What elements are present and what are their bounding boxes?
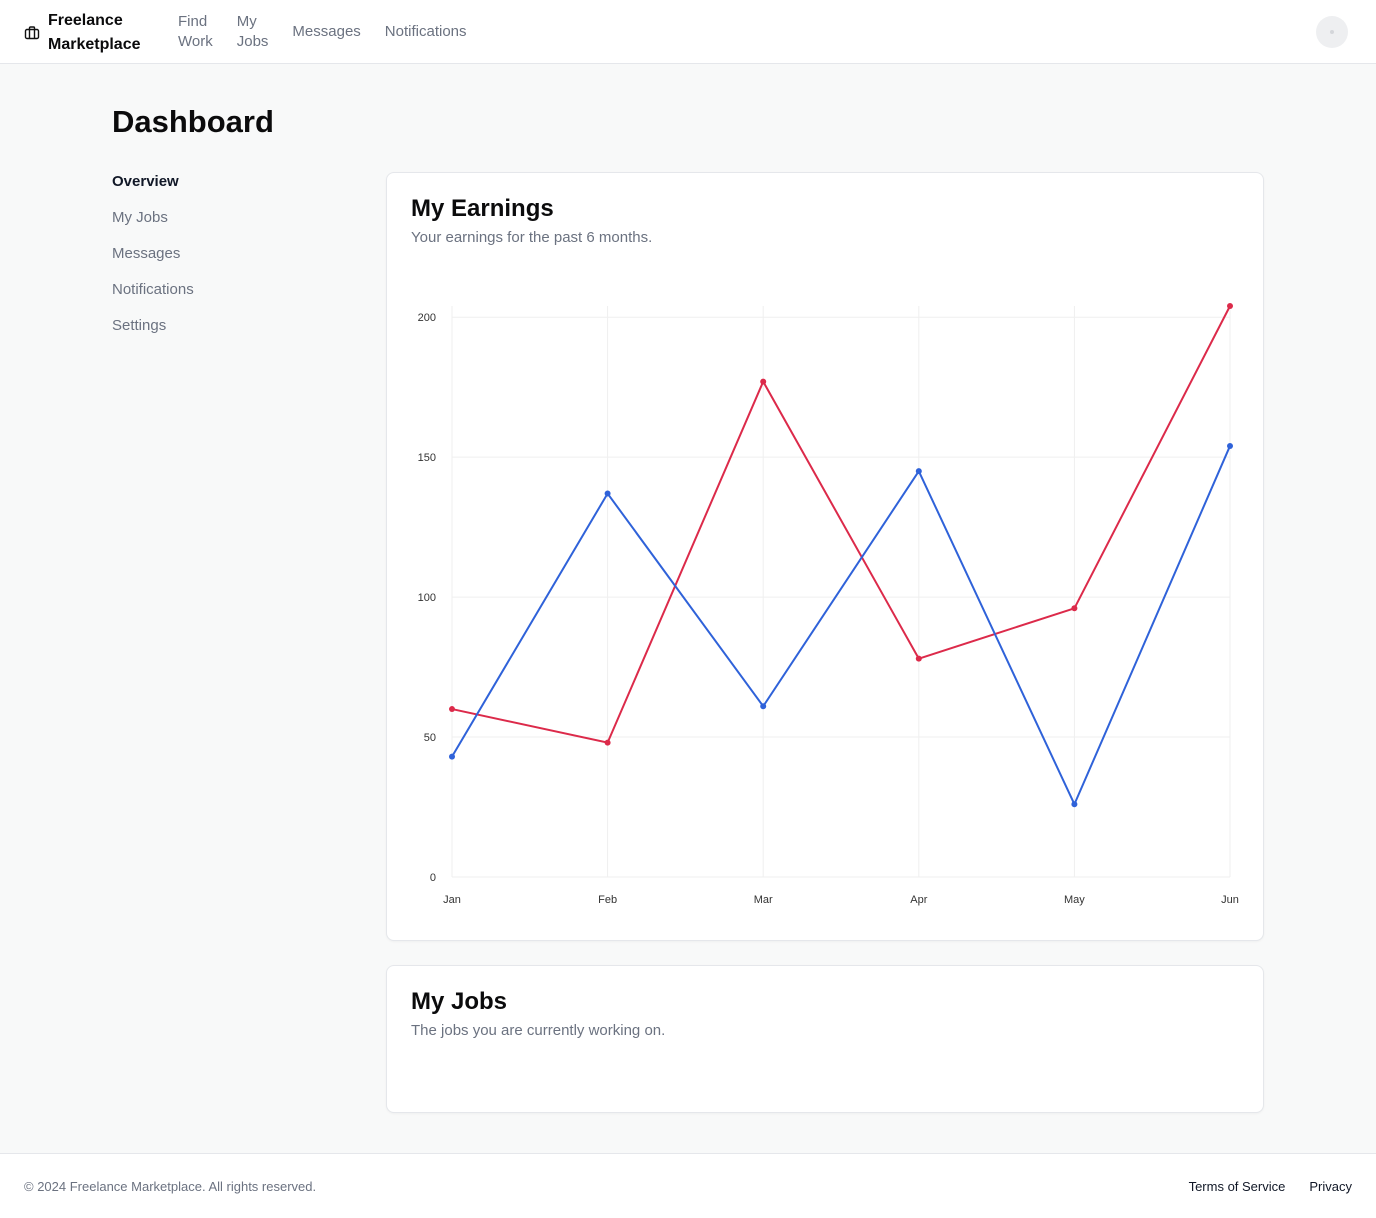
data-point [449, 753, 455, 760]
briefcase-icon [24, 25, 40, 41]
brand-name: Freelance Marketplace [48, 12, 141, 53]
jobs-subtitle: The jobs you are currently working on. [411, 1022, 666, 1039]
footer-links: Terms of Service Privacy [1189, 1179, 1352, 1194]
data-point [449, 706, 455, 713]
data-point [760, 378, 767, 385]
footer-copyright: © 2024 Freelance Marketplace. All rights… [24, 1179, 317, 1194]
earnings-chart: 0 50 100 150 200 Jan Feb Mar Apr May Jun [418, 303, 1239, 906]
nav-find-work-line2: Work [178, 33, 213, 50]
footer: © 2024 Freelance Marketplace. All rights… [0, 1153, 1376, 1218]
data-point [915, 655, 922, 662]
data-point [1227, 303, 1233, 309]
footer-link-privacy[interactable]: Privacy [1309, 1179, 1352, 1194]
nav-find-work-line1: Find [178, 13, 208, 30]
nav-messages[interactable]: Messages [292, 12, 360, 52]
avatar-icon [1330, 30, 1334, 34]
sidebar-item-my-jobs[interactable]: My Jobs [112, 208, 312, 244]
data-point [604, 490, 611, 497]
data-point [1071, 605, 1078, 612]
brand[interactable]: Freelance Marketplace [24, 9, 148, 57]
x-tick-label: Apr [910, 894, 927, 906]
nav-my-jobs-line2: Jobs [236, 33, 269, 50]
jobs-title: My Jobs [411, 988, 508, 1015]
data-point [604, 739, 611, 746]
top-navbar: Freelance Marketplace Find Work My Jobs … [0, 0, 1376, 64]
x-tick-label: Mar [754, 894, 773, 906]
y-tick-label: 0 [430, 872, 436, 884]
jobs-card: My Jobs The jobs you are currently worki… [386, 965, 1264, 1113]
x-tick-label: May [1064, 894, 1085, 906]
earnings-card: My Earnings Your earnings for the past 6… [386, 172, 1264, 941]
y-tick-label: 200 [418, 312, 436, 324]
x-tick-label: Jun [1221, 894, 1239, 906]
data-point [760, 703, 767, 710]
avatar[interactable] [1316, 16, 1348, 48]
series-line-1 [451, 445, 1231, 807]
x-tick-label: Feb [598, 894, 617, 906]
data-point [1071, 801, 1078, 808]
nav-my-jobs-line1: My [236, 13, 257, 30]
data-point [1227, 442, 1233, 449]
x-tick-label: Jan [443, 894, 461, 906]
sidebar: Overview My Jobs Messages Notifications … [112, 172, 312, 352]
footer-link-terms[interactable]: Terms of Service [1189, 1179, 1286, 1194]
nav-my-jobs[interactable]: My Jobs [237, 12, 269, 52]
y-tick-label: 150 [418, 452, 436, 464]
sidebar-item-messages[interactable]: Messages [112, 244, 312, 280]
sidebar-item-settings[interactable]: Settings [112, 316, 312, 352]
series-line-0 [451, 305, 1231, 744]
y-tick-label: 100 [418, 592, 436, 604]
sidebar-item-notifications[interactable]: Notifications [112, 280, 312, 316]
page-title: Dashboard [112, 104, 274, 139]
data-point [915, 468, 922, 475]
top-nav: Find Work My Jobs Messages Notifications [178, 12, 467, 52]
nav-notifications[interactable]: Notifications [385, 12, 467, 52]
nav-find-work[interactable]: Find Work [178, 12, 213, 52]
sidebar-item-overview[interactable]: Overview [112, 172, 312, 208]
y-tick-label: 50 [424, 732, 436, 744]
